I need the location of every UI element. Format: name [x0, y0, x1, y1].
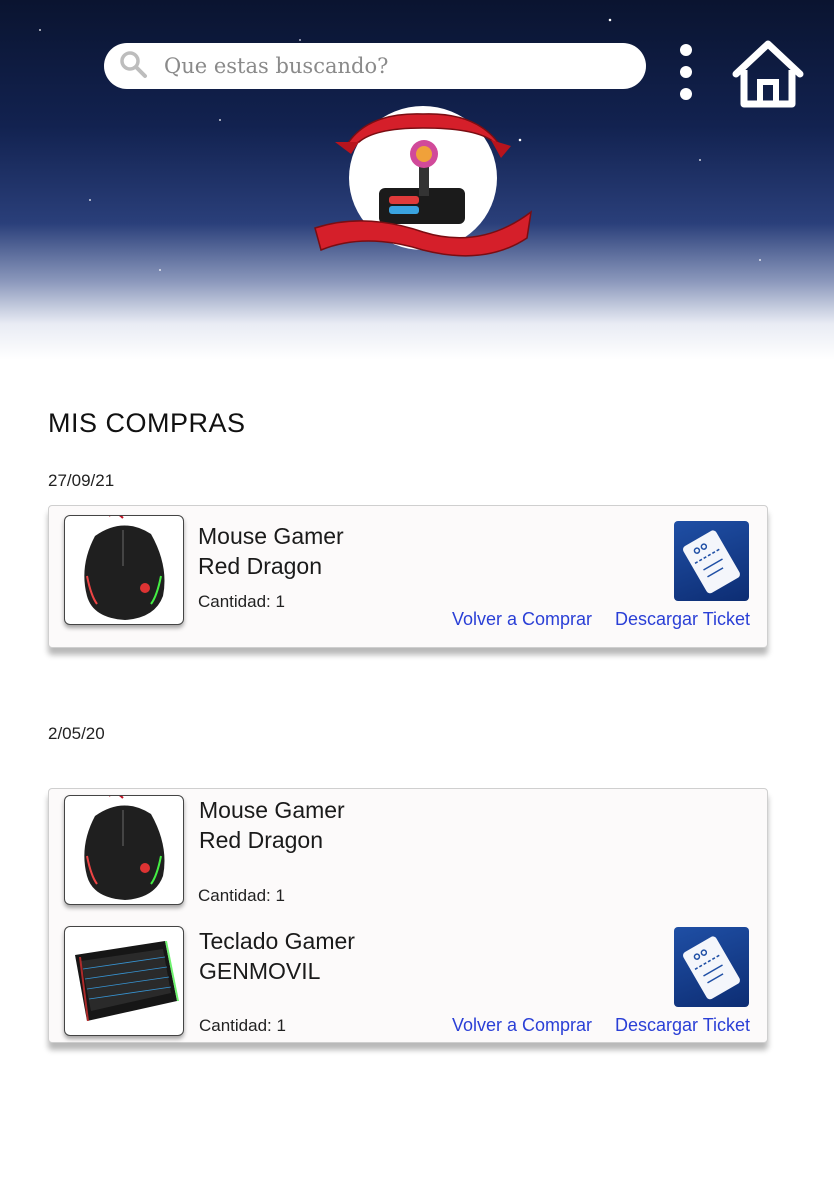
download-ticket-link[interactable]: Descargar Ticket — [615, 609, 750, 630]
product-name: Mouse Gamer Red Dragon — [199, 795, 345, 855]
page-title: MIS COMPRAS — [48, 408, 246, 438]
product-quantity: Cantidad: 1 — [199, 1016, 286, 1035]
product-image-mouse[interactable] — [64, 515, 184, 625]
buy-again-link[interactable]: Volver a Comprar — [452, 1015, 592, 1036]
ticket-icon[interactable] — [674, 521, 749, 601]
mundo-gamer-logo[interactable] — [305, 100, 535, 265]
order-date: 27/09/21 — [48, 471, 115, 490]
product-name-line2: Red Dragon — [199, 827, 324, 853]
order-date: 2/05/20 — [48, 724, 105, 743]
product-quantity: Cantidad: 1 — [198, 886, 285, 905]
ticket-icon[interactable] — [674, 927, 749, 1007]
home-icon[interactable] — [730, 38, 806, 110]
product-name: Mouse Gamer Red Dragon — [198, 521, 344, 581]
search-input[interactable] — [162, 53, 616, 79]
search-icon[interactable] — [118, 49, 148, 83]
buy-again-link[interactable]: Volver a Comprar — [452, 609, 592, 630]
product-name-line1: Mouse Gamer — [198, 523, 344, 549]
search-bar[interactable] — [104, 43, 646, 89]
product-name: Teclado Gamer GENMOVIL — [199, 926, 355, 986]
more-vertical-icon[interactable] — [676, 44, 696, 104]
order-card: Mouse Gamer Red Dragon Cantidad: 1 Tecla… — [48, 788, 768, 1043]
product-name-line2: Red Dragon — [198, 553, 323, 579]
download-ticket-link[interactable]: Descargar Ticket — [615, 1015, 750, 1036]
order-card: Mouse Gamer Red Dragon Cantidad: 1 Volve… — [48, 505, 768, 648]
product-image-keyboard[interactable] — [64, 926, 184, 1036]
header-banner — [0, 0, 834, 360]
product-name-line1: Mouse Gamer — [199, 797, 345, 823]
product-quantity: Cantidad: 1 — [198, 592, 285, 611]
product-name-line2: GENMOVIL — [199, 958, 321, 984]
product-name-line1: Teclado Gamer — [199, 928, 355, 954]
product-image-mouse[interactable] — [64, 795, 184, 905]
